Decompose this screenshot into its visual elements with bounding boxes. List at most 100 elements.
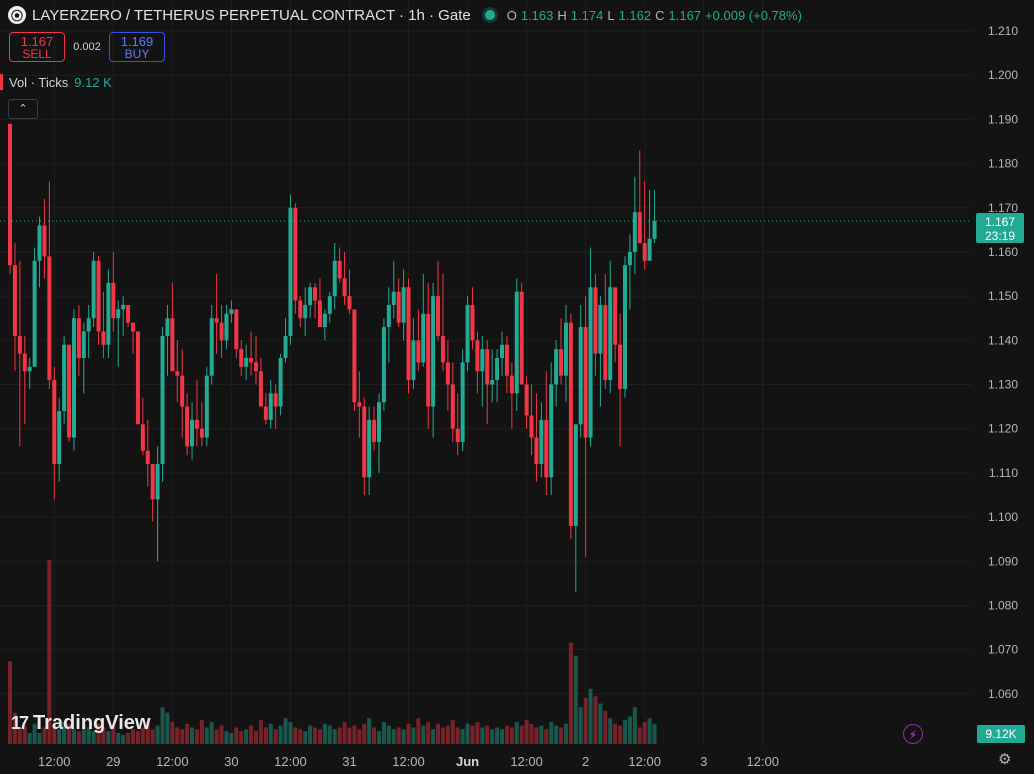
- volume-bar: [239, 731, 244, 744]
- volume-bar: [362, 723, 367, 744]
- x-tick-label: 3: [700, 754, 707, 769]
- last-price-label: 1.167: [985, 215, 1015, 229]
- candle-body: [475, 340, 480, 372]
- candle-body: [185, 406, 190, 447]
- candle-body: [436, 296, 441, 336]
- price-chart[interactable]: 1.210 1.200 1.190 1.180 1.170 1.160 1.150 1.140…: [0, 0, 1034, 774]
- candle-body: [549, 384, 554, 478]
- candle-body: [12, 265, 17, 336]
- y-tick-label: 1.120: [988, 422, 1018, 436]
- candle-body: [140, 424, 145, 451]
- tradingview-logo[interactable]: 17 TradingView: [11, 712, 150, 735]
- volume-label: Vol · Ticks: [9, 74, 69, 90]
- candle-body: [37, 225, 42, 261]
- volume-legend[interactable]: Vol · Ticks 9.12 K: [0, 74, 112, 90]
- x-tick-label: Jun: [456, 754, 479, 769]
- volume-bar: [293, 727, 298, 744]
- candle-body: [131, 322, 135, 332]
- volume-bar: [337, 727, 342, 744]
- candle-body: [293, 207, 298, 301]
- candle-body: [524, 384, 529, 416]
- volume-bar: [342, 721, 347, 744]
- buy-button[interactable]: 1.169 BUY: [109, 32, 165, 62]
- candle-body: [288, 207, 293, 336]
- candle-body: [485, 349, 490, 385]
- candle-body: [500, 344, 504, 358]
- candle-body: [377, 402, 381, 442]
- candle-body: [642, 243, 647, 261]
- volume-bar: [273, 729, 278, 744]
- y-tick-label: 1.110: [989, 466, 1018, 480]
- volume-bar: [155, 725, 160, 744]
- candle-body: [372, 419, 377, 442]
- volume-bar: [504, 725, 509, 744]
- candle-body: [509, 375, 514, 394]
- chevron-up-icon: ⌃: [18, 103, 28, 115]
- volume-bar: [647, 718, 652, 744]
- candle-body: [426, 313, 431, 407]
- x-tick-label: 12:00: [628, 754, 661, 769]
- candle-body: [317, 300, 322, 328]
- sell-button[interactable]: 1.167 SELL: [9, 32, 65, 62]
- volume-bar: [426, 721, 431, 744]
- volume-bar: [455, 727, 460, 744]
- volume-bar: [431, 729, 436, 744]
- volume-bar: [544, 729, 549, 744]
- candle-body: [111, 282, 116, 319]
- chart-header: ⦿ LAYERZERO / TETHERUS PERPETUAL CONTRAC…: [8, 6, 802, 24]
- collapse-legend-button[interactable]: ⌃: [8, 99, 38, 119]
- candle-body: [514, 291, 519, 394]
- candle-body: [391, 291, 396, 305]
- volume-bar: [150, 729, 155, 744]
- volume-badge-label: 9.12K: [985, 727, 1016, 741]
- candle-body: [460, 362, 465, 442]
- volume-bar: [367, 718, 372, 744]
- volume-bar: [199, 720, 204, 744]
- volume-bar: [190, 727, 195, 744]
- y-tick-label: 1.090: [988, 554, 1018, 568]
- volume-bar: [618, 725, 623, 744]
- volume-bar: [416, 718, 421, 744]
- candle-body: [298, 300, 303, 319]
- symbol-title[interactable]: LAYERZERO / TETHERUS PERPETUAL CONTRACT …: [32, 7, 471, 24]
- candle-body: [71, 318, 76, 438]
- candle-body: [224, 313, 229, 341]
- volume-bar: [327, 725, 332, 744]
- candle-body: [244, 357, 249, 367]
- candle-body: [386, 304, 391, 328]
- candle-body: [190, 419, 195, 447]
- candle-body: [367, 419, 372, 478]
- lightning-icon[interactable]: ⚡: [903, 724, 923, 744]
- volume-bar: [322, 723, 327, 744]
- candle-body: [445, 362, 450, 385]
- volume-bar: [263, 727, 268, 744]
- candle-body: [32, 260, 37, 367]
- candle-body: [313, 287, 318, 301]
- volume-bar: [411, 727, 416, 744]
- volume-bar: [254, 731, 258, 744]
- candle-body: [559, 349, 564, 376]
- candle-body: [352, 309, 357, 403]
- settings-icon[interactable]: ⚙: [998, 750, 1011, 768]
- candle-body: [652, 221, 657, 239]
- x-tick-label: 31: [342, 754, 356, 769]
- x-tick-label: 12:00: [274, 754, 307, 769]
- x-tick-label: 2: [582, 754, 589, 769]
- y-tick-label: 1.180: [988, 157, 1018, 171]
- candle-body: [160, 335, 165, 465]
- candle-body: [86, 318, 91, 332]
- volume-bar: [185, 723, 190, 744]
- volume-bar: [421, 725, 426, 744]
- candle-body: [180, 375, 185, 407]
- open-value: 1.163: [520, 7, 554, 23]
- candle-body: [578, 327, 583, 425]
- volume-bar: [598, 703, 603, 744]
- x-tick-label: 12:00: [510, 754, 543, 769]
- candle-body: [258, 371, 263, 407]
- candle-body: [406, 287, 411, 381]
- candle-body: [539, 419, 544, 465]
- volume-bar: [317, 729, 322, 744]
- high-label: H: [557, 7, 567, 23]
- y-tick-label: 1.210: [988, 24, 1018, 38]
- candle-body: [342, 278, 347, 297]
